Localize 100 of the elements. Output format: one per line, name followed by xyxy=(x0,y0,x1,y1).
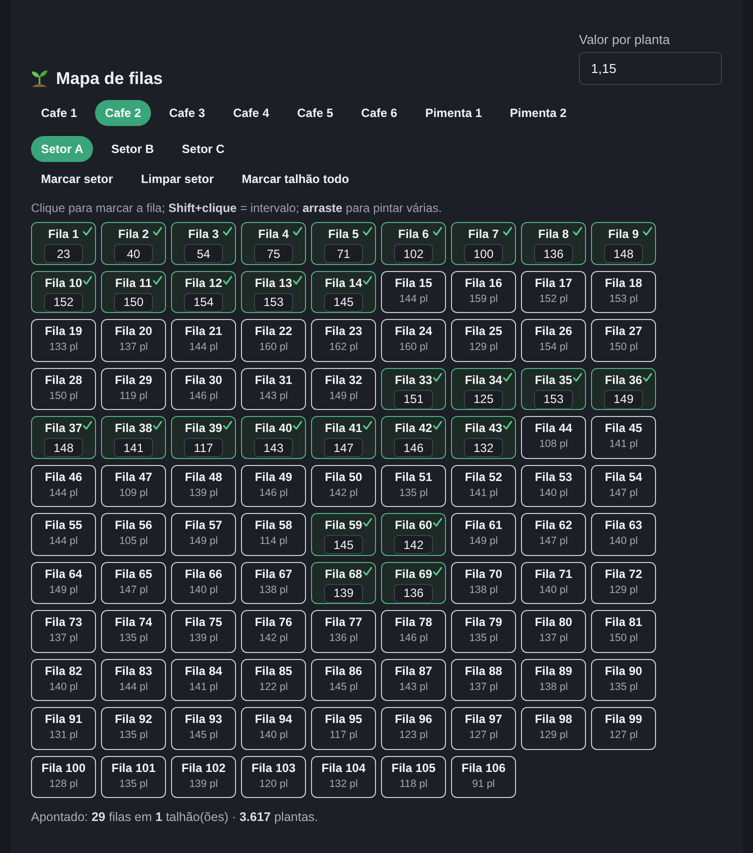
plot-tab[interactable]: Cafe 5 xyxy=(287,100,344,126)
row-tile[interactable]: Fila 24 160 pl xyxy=(381,319,446,362)
row-tile[interactable]: Fila 79 135 pl xyxy=(451,610,516,652)
row-tile[interactable]: Fila 94 140 pl xyxy=(241,707,306,750)
row-tile[interactable]: Fila 88 137 pl xyxy=(451,658,516,701)
row-tile[interactable]: Fila 72 129 pl xyxy=(591,562,656,604)
row-tile[interactable]: Fila 52 141 pl xyxy=(451,464,516,507)
row-tile[interactable]: Fila 73 137 pl xyxy=(31,610,96,652)
count-input[interactable]: 145 xyxy=(324,535,363,554)
row-tile[interactable]: Fila 98 129 pl xyxy=(521,707,586,750)
plot-tab[interactable]: Pimenta 2 xyxy=(500,100,577,126)
count-input[interactable]: 148 xyxy=(604,244,643,263)
row-tile[interactable]: Fila 86 145 pl xyxy=(311,658,376,701)
row-tile[interactable]: Fila 15 144 pl xyxy=(381,270,446,313)
row-tile[interactable]: Fila 55 144 pl xyxy=(31,513,96,556)
row-tile[interactable]: Fila 19 133 pl xyxy=(31,319,96,362)
value-per-plant-input[interactable]: 1,15 xyxy=(579,52,722,85)
row-tile[interactable]: Fila 63 140 pl xyxy=(591,513,656,556)
row-tile[interactable]: Fila 16 159 pl xyxy=(451,270,516,313)
action-button[interactable]: Marcar setor xyxy=(31,168,124,190)
row-tile[interactable]: Fila 105 118 pl xyxy=(381,756,446,798)
row-tile[interactable]: Fila 48 139 pl xyxy=(171,464,236,507)
row-tile[interactable]: Fila 100 128 pl xyxy=(31,756,96,798)
row-tile[interactable]: Fila 50 142 pl xyxy=(311,464,376,507)
row-tile[interactable]: Fila 9 148 xyxy=(591,222,656,264)
row-tile[interactable]: Fila 84 141 pl xyxy=(171,658,236,701)
row-tile[interactable]: Fila 97 127 pl xyxy=(451,707,516,750)
row-tile[interactable]: Fila 6 102 xyxy=(381,222,446,264)
row-tile[interactable]: Fila 103 120 pl xyxy=(241,756,306,798)
row-tile[interactable]: Fila 29 119 pl xyxy=(101,368,166,410)
row-tile[interactable]: Fila 5 71 xyxy=(311,222,376,264)
row-tile[interactable]: Fila 22 160 pl xyxy=(241,319,306,362)
count-input[interactable]: 141 xyxy=(114,438,153,457)
count-input[interactable]: 154 xyxy=(184,292,223,312)
row-tile[interactable]: Fila 104 132 pl xyxy=(311,756,376,798)
count-input[interactable]: 23 xyxy=(44,244,83,263)
plot-tab[interactable]: Cafe 1 xyxy=(31,100,88,126)
count-input[interactable]: 139 xyxy=(324,584,363,602)
row-tile[interactable]: Fila 34 125 xyxy=(451,368,516,410)
count-input[interactable]: 146 xyxy=(394,438,433,457)
row-tile[interactable]: Fila 99 127 pl xyxy=(591,707,656,750)
row-tile[interactable]: Fila 89 138 pl xyxy=(521,658,586,701)
count-input[interactable]: 117 xyxy=(184,438,223,457)
row-tile[interactable]: Fila 23 162 pl xyxy=(311,319,376,362)
row-tile[interactable]: Fila 57 149 pl xyxy=(171,513,236,556)
count-input[interactable]: 136 xyxy=(394,584,433,602)
row-tile[interactable]: Fila 32 149 pl xyxy=(311,368,376,410)
row-tile[interactable]: Fila 46 144 pl xyxy=(31,464,96,507)
row-tile[interactable]: Fila 95 117 pl xyxy=(311,707,376,750)
row-tile[interactable]: Fila 69 136 xyxy=(381,562,446,604)
count-input[interactable]: 153 xyxy=(254,292,293,312)
row-tile[interactable]: Fila 83 144 pl xyxy=(101,658,166,701)
row-tile[interactable]: Fila 20 137 pl xyxy=(101,319,166,362)
count-input[interactable]: 147 xyxy=(324,438,363,457)
row-tile[interactable]: Fila 90 135 pl xyxy=(591,658,656,701)
row-tile[interactable]: Fila 91 131 pl xyxy=(31,707,96,750)
row-tile[interactable]: Fila 47 109 pl xyxy=(101,464,166,507)
row-tile[interactable]: Fila 61 149 pl xyxy=(451,513,516,556)
row-tile[interactable]: Fila 51 135 pl xyxy=(381,464,446,507)
row-tile[interactable]: Fila 33 151 xyxy=(381,368,446,410)
count-input[interactable]: 153 xyxy=(534,390,573,408)
sector-tab[interactable]: Setor B xyxy=(101,136,164,162)
row-tile[interactable]: Fila 25 129 pl xyxy=(451,319,516,362)
row-tile[interactable]: Fila 74 135 pl xyxy=(101,610,166,652)
row-tile[interactable]: Fila 76 142 pl xyxy=(241,610,306,652)
row-tile[interactable]: Fila 2 40 xyxy=(101,222,166,264)
row-tile[interactable]: Fila 70 138 pl xyxy=(451,562,516,604)
row-tile[interactable]: Fila 37 148 xyxy=(31,416,96,458)
row-tile[interactable]: Fila 62 147 pl xyxy=(521,513,586,556)
row-tile[interactable]: Fila 101 135 pl xyxy=(101,756,166,798)
row-tile[interactable]: Fila 3 54 xyxy=(171,222,236,264)
action-button[interactable]: Marcar talhão todo xyxy=(232,168,360,190)
row-tile[interactable]: Fila 59 145 xyxy=(311,513,376,556)
row-tile[interactable]: Fila 65 147 pl xyxy=(101,562,166,604)
row-tile[interactable]: Fila 49 146 pl xyxy=(241,464,306,507)
row-tile[interactable]: Fila 71 140 pl xyxy=(521,562,586,604)
count-input[interactable]: 143 xyxy=(254,438,293,457)
row-tile[interactable]: Fila 39 117 xyxy=(171,416,236,458)
count-input[interactable]: 132 xyxy=(464,438,503,457)
row-tile[interactable]: Fila 18 153 pl xyxy=(591,270,656,313)
count-input[interactable]: 151 xyxy=(394,390,433,408)
row-tile[interactable]: Fila 44 108 pl xyxy=(521,416,586,458)
count-input[interactable]: 71 xyxy=(324,244,363,263)
row-tile[interactable]: Fila 31 143 pl xyxy=(241,368,306,410)
row-tile[interactable]: Fila 7 100 xyxy=(451,222,516,264)
row-tile[interactable]: Fila 75 139 pl xyxy=(171,610,236,652)
row-tile[interactable]: Fila 4 75 xyxy=(241,222,306,264)
row-tile[interactable]: Fila 64 149 pl xyxy=(31,562,96,604)
row-tile[interactable]: Fila 54 147 pl xyxy=(591,464,656,507)
count-input[interactable]: 150 xyxy=(114,292,153,312)
count-input[interactable]: 54 xyxy=(184,244,223,263)
row-tile[interactable]: Fila 92 135 pl xyxy=(101,707,166,750)
row-tile[interactable]: Fila 85 122 pl xyxy=(241,658,306,701)
count-input[interactable]: 102 xyxy=(394,244,433,263)
count-input[interactable]: 152 xyxy=(44,292,83,312)
count-input[interactable]: 136 xyxy=(534,244,573,263)
row-tile[interactable]: Fila 96 123 pl xyxy=(381,707,446,750)
plot-tab[interactable]: Cafe 4 xyxy=(223,100,280,126)
row-tile[interactable]: Fila 45 141 pl xyxy=(591,416,656,458)
row-tile[interactable]: Fila 67 138 pl xyxy=(241,562,306,604)
